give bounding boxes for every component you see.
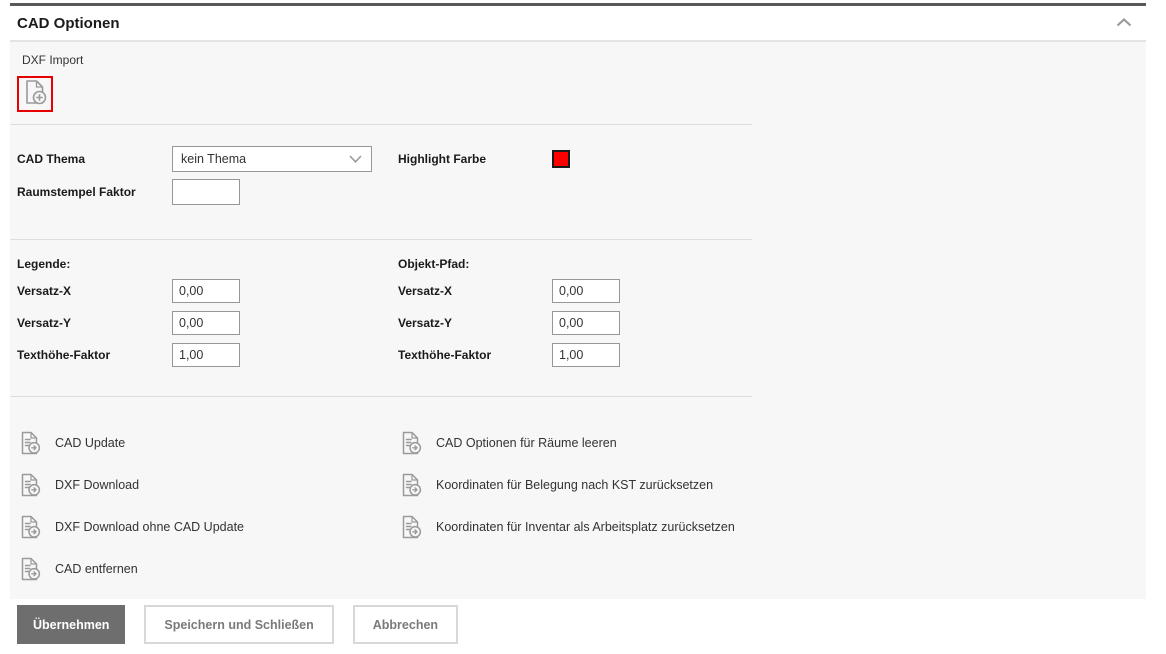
objekt-pfad-title: Objekt-Pfad:	[398, 257, 470, 271]
legende-versatz-y-input[interactable]	[172, 311, 240, 335]
legende-versatz-x-input[interactable]	[172, 279, 240, 303]
objekt-pfad-group: Objekt-Pfad: Versatz-X Versatz-Y Texthöh…	[398, 257, 620, 396]
panel-header: CAD Optionen	[10, 6, 1146, 42]
dxf-download-button[interactable]: DXF Download	[17, 472, 398, 498]
cad-thema-selected-value: kein Thema	[181, 152, 247, 166]
apply-button[interactable]: Übernehmen	[17, 605, 126, 644]
objekt-pfad-versatz-y-input[interactable]	[552, 311, 620, 335]
objekt-pfad-versatz-x-input[interactable]	[552, 279, 620, 303]
legende-versatz-x-row: Versatz-X	[17, 279, 398, 303]
document-arrow-icon	[399, 473, 423, 497]
legende-texthoehe-row: Texthöhe-Faktor	[17, 343, 398, 367]
highlight-color-swatch[interactable]	[552, 150, 570, 168]
legende-texthoehe-input[interactable]	[172, 343, 240, 367]
document-arrow-icon	[18, 431, 42, 455]
document-plus-icon	[22, 79, 48, 110]
cad-thema-select[interactable]: kein Thema	[172, 146, 372, 172]
versatz-x-label: Versatz-X	[17, 284, 72, 298]
cad-thema-label: CAD Thema	[17, 152, 86, 166]
versatz-x-label: Versatz-X	[398, 284, 453, 298]
document-arrow-icon	[18, 515, 42, 539]
action-label: DXF Download ohne CAD Update	[55, 520, 244, 534]
document-arrow-icon	[399, 515, 423, 539]
raumstempel-row: Raumstempel Faktor	[17, 179, 1146, 205]
cad-optionen-raeume-leeren-button[interactable]: CAD Optionen für Räume leeren	[398, 430, 735, 456]
theme-section: CAD Thema kein Thema Highlight Farbe Rau…	[10, 125, 1146, 239]
page-title: CAD Optionen	[17, 14, 120, 32]
texthoehe-faktor-label: Texthöhe-Faktor	[398, 348, 492, 362]
legende-title: Legende:	[17, 257, 71, 271]
document-arrow-icon	[18, 557, 42, 581]
save-and-close-button[interactable]: Speichern und Schließen	[144, 605, 334, 644]
raumstempel-faktor-label: Raumstempel Faktor	[17, 185, 136, 199]
dxf-import-label: DXF Import	[22, 53, 84, 67]
footer-button-bar: Übernehmen Speichern und Schließen Abbre…	[17, 605, 1166, 644]
objekt-pfad-texthoehe-row: Texthöhe-Faktor	[398, 343, 620, 367]
texthoehe-faktor-label: Texthöhe-Faktor	[17, 348, 111, 362]
action-label: Koordinaten für Belegung nach KST zurück…	[436, 478, 714, 492]
offsets-section: Legende: Versatz-X Versatz-Y Texthöhe-Fa…	[10, 240, 1146, 396]
objekt-pfad-versatz-y-row: Versatz-Y	[398, 311, 620, 335]
action-label: CAD Update	[55, 436, 126, 450]
versatz-y-label: Versatz-Y	[17, 316, 72, 330]
raumstempel-faktor-input[interactable]	[172, 179, 240, 205]
legende-group: Legende: Versatz-X Versatz-Y Texthöhe-Fa…	[17, 257, 398, 396]
actions-section: CAD Update DXF Download DXF Download ohn…	[10, 397, 1146, 599]
koordinaten-belegung-kst-button[interactable]: Koordinaten für Belegung nach KST zurück…	[398, 472, 735, 498]
page: CAD Optionen DXF Import CAD Thema kein T…	[0, 0, 1166, 644]
cad-entfernen-button[interactable]: CAD entfernen	[17, 556, 398, 582]
collapse-panel-button[interactable]	[1116, 14, 1132, 32]
document-arrow-icon	[18, 473, 42, 497]
objekt-pfad-texthoehe-input[interactable]	[552, 343, 620, 367]
dxf-import-button[interactable]	[17, 76, 53, 112]
document-arrow-icon	[399, 431, 423, 455]
action-label: CAD Optionen für Räume leeren	[436, 436, 617, 450]
action-label: CAD entfernen	[55, 562, 138, 576]
dxf-download-ohne-cad-update-button[interactable]: DXF Download ohne CAD Update	[17, 514, 398, 540]
actions-right-column: CAD Optionen für Räume leeren Koordinate…	[398, 430, 735, 599]
cancel-button[interactable]: Abbrechen	[352, 605, 459, 644]
chevron-up-icon	[1116, 14, 1132, 32]
versatz-y-label: Versatz-Y	[398, 316, 453, 330]
koordinaten-inventar-arbeitsplatz-button[interactable]: Koordinaten für Inventar als Arbeitsplat…	[398, 514, 735, 540]
action-label: DXF Download	[55, 478, 140, 492]
legende-versatz-y-row: Versatz-Y	[17, 311, 398, 335]
action-label: Koordinaten für Inventar als Arbeitsplat…	[436, 520, 735, 534]
dxf-import-section: DXF Import	[10, 42, 1146, 124]
cad-update-button[interactable]: CAD Update	[17, 430, 398, 456]
chevron-down-icon	[349, 152, 362, 166]
cad-thema-row: CAD Thema kein Thema Highlight Farbe	[17, 146, 1146, 172]
actions-left-column: CAD Update DXF Download DXF Download ohn…	[17, 430, 398, 599]
objekt-pfad-versatz-x-row: Versatz-X	[398, 279, 620, 303]
highlight-farbe-label: Highlight Farbe	[398, 152, 486, 166]
cad-options-panel: CAD Optionen DXF Import CAD Thema kein T…	[10, 3, 1146, 599]
panel-content: DXF Import CAD Thema kein Thema Highligh…	[10, 42, 1146, 599]
